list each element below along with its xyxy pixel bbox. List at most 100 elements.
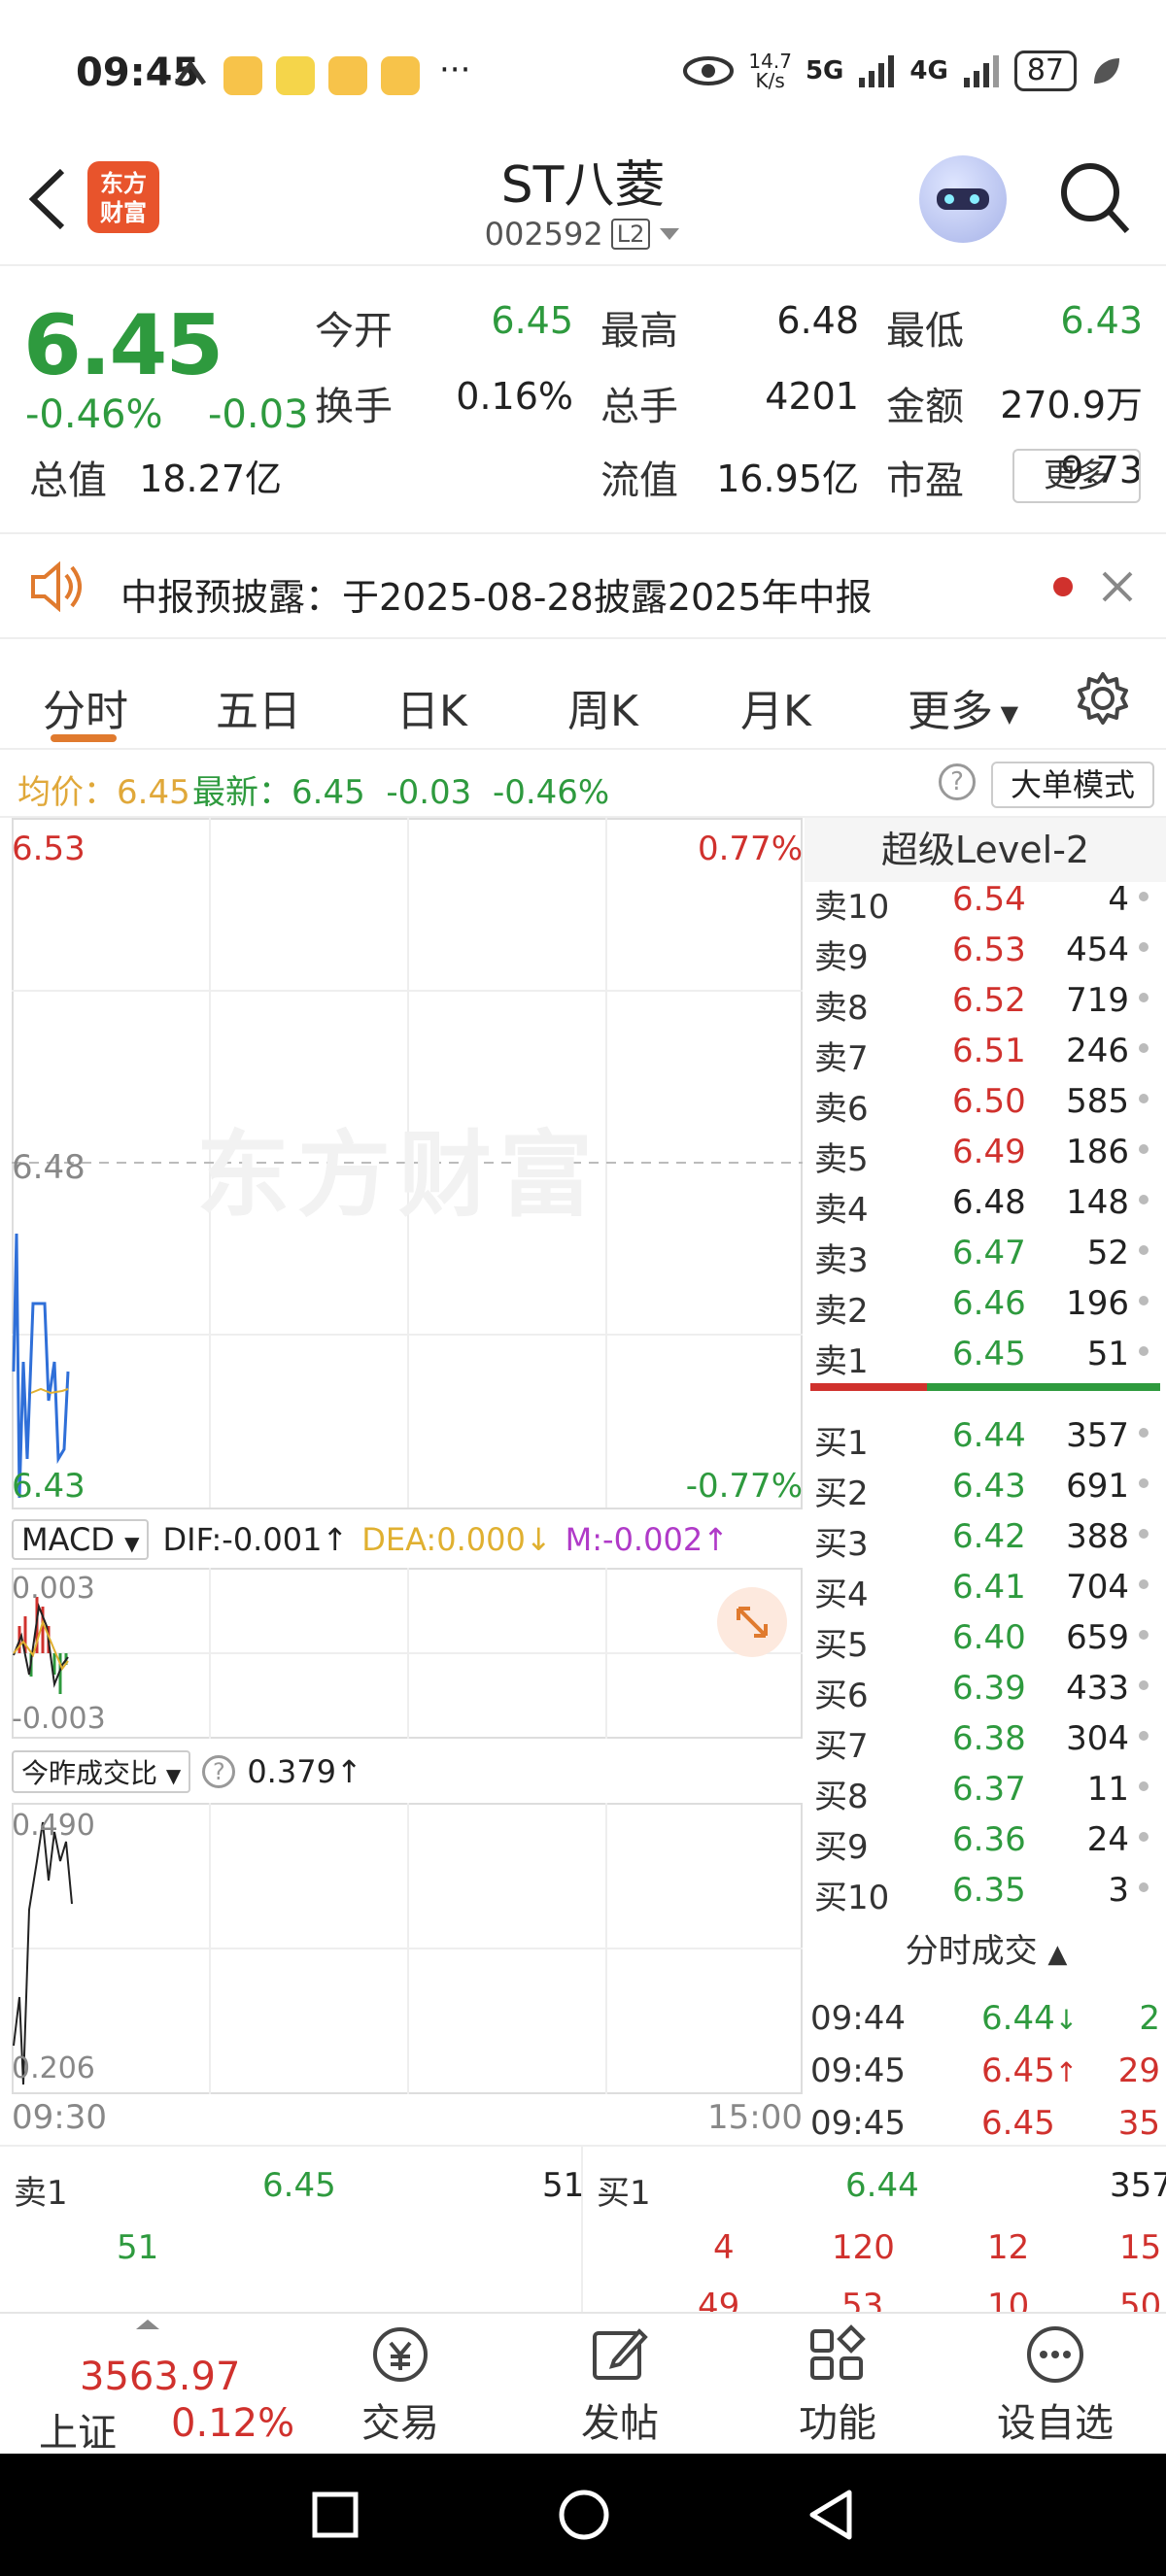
help-icon[interactable]: ? bbox=[202, 1755, 236, 1788]
announcement-bar[interactable]: 中报预披露：于2025-08-28披露2025年中报 bbox=[0, 532, 1166, 639]
bid-row[interactable]: 买6 6.39 433 bbox=[806, 1663, 1156, 1715]
bid-queue-item: 15 bbox=[1119, 2228, 1162, 2267]
y-axis-top: 6.53 bbox=[12, 830, 86, 868]
weibo-icon bbox=[223, 56, 262, 95]
intraday-chart[interactable]: 东方财富 6.53 6.48 6.43 0.77% -0.77% MACD ▼ … bbox=[12, 818, 803, 2145]
more-notifications-icon: ··· bbox=[439, 51, 471, 89]
bid-row[interactable]: 买7 6.38 304 bbox=[806, 1713, 1156, 1766]
bid-row[interactable]: 买8 6.37 11 bbox=[806, 1764, 1156, 1816]
ask-row[interactable]: 卖1 6.45 51 bbox=[806, 1329, 1156, 1381]
ask-volume: 52 bbox=[1086, 1234, 1129, 1272]
change-amount: -0.03 bbox=[208, 392, 309, 437]
close-icon[interactable] bbox=[1100, 569, 1135, 604]
ask-volume: 51 bbox=[1086, 1335, 1129, 1373]
bid-volume: 659 bbox=[1066, 1618, 1129, 1657]
tab-five-day[interactable]: 五日 bbox=[216, 676, 301, 738]
trades-title[interactable]: 分时成交 ▲ bbox=[806, 1923, 1166, 1980]
nav-post[interactable]: 发帖 bbox=[552, 2323, 688, 2448]
bid-row[interactable]: 买5 6.40 659 bbox=[806, 1612, 1156, 1665]
latest-price-label: 最新：6.45 -0.03 -0.46% bbox=[192, 773, 610, 812]
bid-row[interactable]: 买1 6.44 357 bbox=[806, 1410, 1156, 1463]
settings-gear-icon[interactable] bbox=[1075, 670, 1131, 727]
ask-row[interactable]: 卖3 6.47 52 bbox=[806, 1228, 1156, 1280]
level-badge: L2 bbox=[610, 219, 651, 250]
back-nav-icon[interactable] bbox=[806, 2489, 855, 2541]
macd-dea: DEA:0.000↓ bbox=[361, 1521, 552, 1558]
ratio-selector[interactable]: 今昨成交比 ▼ bbox=[12, 1750, 191, 1793]
signal-icon bbox=[963, 55, 999, 87]
ask-row[interactable]: 卖6 6.50 585 bbox=[806, 1076, 1156, 1129]
nav-add-watchlist[interactable]: 设自选 bbox=[987, 2323, 1123, 2448]
tab-more[interactable]: 更多 ▼ bbox=[908, 676, 1018, 738]
tab-daily-k[interactable]: 日K bbox=[396, 676, 467, 738]
net-speed: 14.7 K/s bbox=[748, 50, 792, 92]
quote-field-label: 总值 bbox=[29, 458, 107, 503]
trade-time: 09:44 bbox=[810, 1999, 906, 2038]
index-quote[interactable]: 3563.97 上证 0.12% bbox=[0, 2349, 294, 2456]
y-axis-bottom: 6.43 bbox=[12, 1467, 86, 1506]
bid-row[interactable]: 买10 6.35 3 bbox=[806, 1865, 1156, 1917]
ask-price: 6.48 bbox=[952, 1183, 1026, 1222]
more-fields-button[interactable]: 更多 bbox=[1012, 449, 1141, 503]
ask-price: 6.45 bbox=[952, 1335, 1026, 1373]
ratio-axis-bottom: 0.206 bbox=[12, 2051, 95, 2085]
level2-title[interactable]: 超级Level-2 bbox=[805, 818, 1166, 882]
eye-icon bbox=[683, 56, 735, 85]
ask1-label: 卖1 bbox=[14, 2174, 68, 2213]
bid-volume: 24 bbox=[1086, 1820, 1129, 1859]
tab-intraday[interactable]: 分时 bbox=[43, 676, 128, 738]
network-4g: 4G bbox=[909, 56, 948, 85]
quote-field-label: 市盈 bbox=[886, 458, 964, 503]
search-icon[interactable] bbox=[1057, 159, 1131, 237]
ask-row[interactable]: 卖10 6.54 4 bbox=[806, 874, 1156, 927]
tab-weekly-k[interactable]: 周K bbox=[567, 676, 638, 738]
unread-dot bbox=[1053, 577, 1073, 596]
trade-row: 09:44 6.44↓ 2 bbox=[806, 1993, 1166, 2044]
expand-chart-button[interactable] bbox=[717, 1587, 787, 1657]
trade-volume: 2 bbox=[1139, 1999, 1160, 2038]
quote-field-value: 18.27亿 bbox=[139, 458, 282, 500]
ask-label: 卖7 bbox=[814, 1039, 869, 1078]
ask-row[interactable]: 卖8 6.52 719 bbox=[806, 975, 1156, 1028]
order-dot-icon bbox=[1139, 1731, 1149, 1741]
bid-row[interactable]: 买3 6.42 388 bbox=[806, 1511, 1156, 1564]
bid-label: 买8 bbox=[814, 1778, 869, 1816]
time-axis-start: 09:30 bbox=[12, 2098, 107, 2137]
ask-row[interactable]: 卖9 6.53 454 bbox=[806, 925, 1156, 977]
grid-icon bbox=[810, 2324, 866, 2380]
signal-icon bbox=[859, 55, 895, 87]
big-order-mode-button[interactable]: 大单模式 bbox=[991, 762, 1154, 808]
bid-queue-item: 120 bbox=[832, 2228, 895, 2267]
nav-trade[interactable]: 交易 bbox=[332, 2323, 468, 2448]
ask-row[interactable]: 卖5 6.49 186 bbox=[806, 1127, 1156, 1179]
ask-label: 卖6 bbox=[814, 1090, 869, 1129]
ask-volume: 196 bbox=[1066, 1284, 1129, 1323]
macd-m: M:-0.002↑ bbox=[565, 1521, 729, 1558]
ratio-header: 今昨成交比 ▼ ? 0.379↑ bbox=[12, 1743, 803, 1801]
nav-functions[interactable]: 功能 bbox=[770, 2323, 906, 2448]
y-axis-mid: 6.48 bbox=[12, 1148, 86, 1187]
robot-assistant-avatar[interactable] bbox=[919, 155, 1007, 243]
macd-selector[interactable]: MACD ▼ bbox=[12, 1519, 150, 1560]
home-icon[interactable] bbox=[558, 2489, 610, 2541]
bid-volume: 304 bbox=[1066, 1719, 1129, 1758]
bid-row[interactable]: 买4 6.41 704 bbox=[806, 1562, 1156, 1614]
status-bar: 09:45 ··· 14.7 K/s 5G 4G 87 bbox=[0, 0, 1166, 146]
ask-row[interactable]: 卖4 6.48 148 bbox=[806, 1177, 1156, 1230]
bid-row[interactable]: 买9 6.36 24 bbox=[806, 1814, 1156, 1867]
bid-volume: 3 bbox=[1108, 1871, 1129, 1910]
help-icon[interactable]: ? bbox=[939, 763, 976, 800]
recent-apps-icon[interactable] bbox=[311, 2491, 360, 2539]
bid-row[interactable]: 买2 6.43 691 bbox=[806, 1461, 1156, 1513]
bid-volume: 704 bbox=[1066, 1568, 1129, 1607]
dropdown-triangle-icon bbox=[660, 228, 680, 240]
ask-row[interactable]: 卖7 6.51 246 bbox=[806, 1026, 1156, 1078]
caret-up-icon bbox=[136, 2320, 159, 2329]
ask-row[interactable]: 卖2 6.46 196 bbox=[806, 1278, 1156, 1331]
order-dot-icon bbox=[1139, 1245, 1149, 1255]
quote-field-label: 最高 bbox=[600, 309, 678, 354]
bid-price: 6.40 bbox=[952, 1618, 1026, 1657]
order-dot-icon bbox=[1139, 1144, 1149, 1154]
quote-field-value: 6.48 bbox=[776, 299, 859, 342]
tab-monthly-k[interactable]: 月K bbox=[740, 676, 811, 738]
